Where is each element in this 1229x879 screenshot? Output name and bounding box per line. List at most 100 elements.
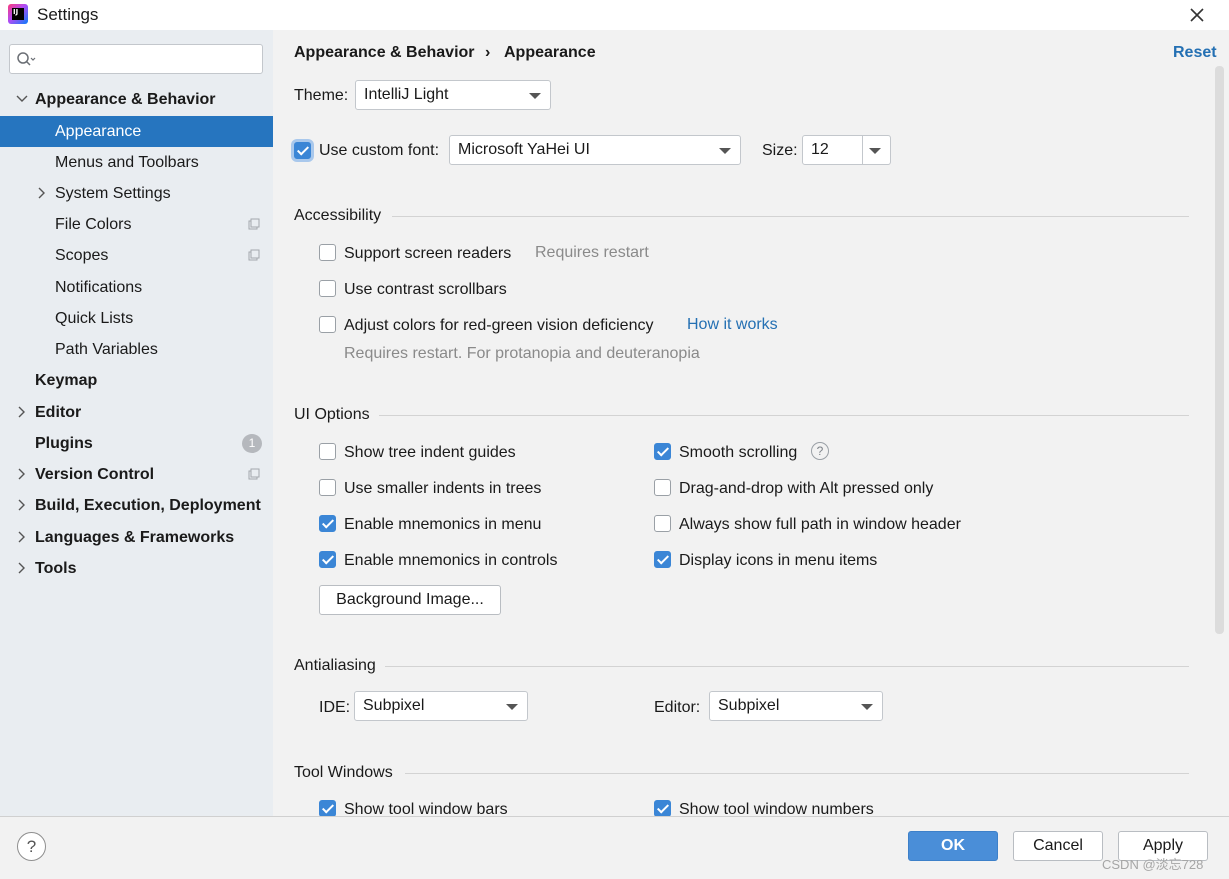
font-size-label: Size:: [762, 142, 798, 159]
sidebar-item-build-execution-deployment[interactable]: Build, Execution, Deployment: [0, 490, 273, 521]
mnemonics-controls-checkbox[interactable]: [319, 551, 336, 568]
sidebar-item-languages-frameworks[interactable]: Languages & Frameworks: [0, 522, 273, 553]
window-title: Settings: [37, 5, 99, 24]
watermark-text: CSDN @淡忘728: [1102, 857, 1204, 872]
contrast-scrollbars-label: Use contrast scrollbars: [344, 281, 507, 298]
editor-antialiasing-label: Editor:: [654, 699, 701, 716]
screen-readers-note: Requires restart: [535, 244, 649, 261]
font-size-combo[interactable]: 12: [802, 135, 891, 165]
help-button[interactable]: ?: [17, 832, 46, 861]
sidebar-item-appearance-behavior[interactable]: Appearance & Behavior: [0, 84, 273, 115]
red-green-note: Requires restart. For protanopia and deu…: [344, 345, 700, 362]
smooth-scrolling-checkbox[interactable]: [654, 443, 671, 460]
section-divider: [405, 773, 1189, 774]
screen-readers-label: Support screen readers: [344, 245, 512, 262]
screen-readers-checkbox[interactable]: [319, 244, 336, 261]
sidebar-item-system-settings[interactable]: System Settings: [0, 178, 273, 209]
custom-font-checkbox[interactable]: [294, 142, 311, 159]
sidebar-item-keymap[interactable]: Keymap: [0, 365, 273, 396]
chevron-right-icon: [18, 531, 25, 543]
plugins-update-badge: 1: [242, 434, 262, 453]
background-image-button[interactable]: Background Image...: [319, 585, 501, 615]
reset-link[interactable]: Reset: [1173, 44, 1217, 62]
settings-sidebar: Appearance & Behavior Appearance Menus a…: [0, 30, 273, 816]
project-settings-icon: [248, 218, 260, 230]
chevron-down-icon: [16, 95, 28, 102]
font-select[interactable]: Microsoft YaHei UI: [449, 135, 741, 165]
chevron-right-icon: [38, 187, 45, 199]
ui-options-section-title: UI Options: [294, 406, 370, 423]
full-path-header-checkbox[interactable]: [654, 515, 671, 532]
dropdown-arrow-icon: [869, 148, 881, 154]
chevron-right-icon: [18, 406, 25, 418]
sidebar-item-notifications[interactable]: Notifications: [0, 272, 273, 303]
section-divider: [379, 415, 1189, 416]
sidebar-item-file-colors[interactable]: File Colors: [0, 209, 273, 240]
ide-antialiasing-label: IDE:: [319, 699, 351, 716]
section-divider: [385, 666, 1189, 667]
theme-select[interactable]: IntelliJ Light: [355, 80, 551, 110]
smooth-scrolling-label: Smooth scrolling: [679, 444, 798, 461]
tool-window-numbers-label: Show tool window numbers: [679, 801, 874, 816]
cancel-button[interactable]: Cancel: [1013, 831, 1103, 861]
red-green-label: Adjust colors for red-green vision defic…: [344, 317, 654, 334]
how-it-works-link[interactable]: How it works: [687, 316, 778, 334]
mnemonics-menu-label: Enable mnemonics in menu: [344, 516, 542, 533]
theme-label: Theme:: [294, 87, 349, 104]
contrast-scrollbars-checkbox[interactable]: [319, 280, 336, 297]
ide-antialiasing-select[interactable]: Subpixel: [354, 691, 528, 721]
sidebar-item-menus-toolbars[interactable]: Menus and Toolbars: [0, 147, 273, 178]
menu-icons-label: Display icons in menu items: [679, 552, 878, 569]
tool-window-numbers-checkbox[interactable]: [654, 800, 671, 816]
smaller-indents-label: Use smaller indents in trees: [344, 480, 542, 497]
search-input[interactable]: [9, 44, 263, 74]
mnemonics-controls-label: Enable mnemonics in controls: [344, 552, 558, 569]
title-bar: IJ Settings: [0, 0, 1229, 30]
sidebar-item-path-variables[interactable]: Path Variables: [0, 334, 273, 365]
search-icon: [17, 52, 36, 66]
project-settings-icon: [248, 468, 260, 480]
sidebar-item-version-control[interactable]: Version Control: [0, 459, 273, 490]
antialiasing-section-title: Antialiasing: [294, 657, 376, 674]
project-settings-icon: [248, 249, 260, 261]
tool-window-bars-label: Show tool window bars: [344, 801, 508, 816]
ok-button[interactable]: OK: [908, 831, 998, 861]
intellij-app-icon: IJ: [8, 4, 28, 24]
breadcrumb-current: Appearance: [504, 44, 596, 61]
section-divider: [392, 216, 1189, 217]
settings-content: Appearance & Behavior › Appearance Reset…: [273, 30, 1229, 816]
mnemonics-menu-checkbox[interactable]: [319, 515, 336, 532]
vertical-scrollbar[interactable]: [1215, 66, 1224, 634]
dropdown-arrow-icon: [506, 704, 518, 710]
breadcrumb-separator: ›: [485, 44, 491, 61]
sidebar-item-scopes[interactable]: Scopes: [0, 240, 273, 271]
smaller-indents-checkbox[interactable]: [319, 479, 336, 496]
editor-antialiasing-select[interactable]: Subpixel: [709, 691, 883, 721]
tool-window-bars-checkbox[interactable]: [319, 800, 336, 816]
drag-drop-alt-label: Drag-and-drop with Alt pressed only: [679, 480, 934, 497]
dropdown-arrow-icon: [861, 704, 873, 710]
full-path-header-label: Always show full path in window header: [679, 516, 961, 533]
sidebar-item-plugins[interactable]: Plugins 1: [0, 428, 273, 459]
tree-indent-guides-checkbox[interactable]: [319, 443, 336, 460]
dialog-footer: ? OK Cancel Apply CSDN @淡忘728: [0, 816, 1229, 879]
dropdown-arrow-icon: [529, 93, 541, 99]
custom-font-label: Use custom font:: [319, 142, 440, 159]
drag-drop-alt-checkbox[interactable]: [654, 479, 671, 496]
chevron-right-icon: [18, 499, 25, 511]
tool-windows-section-title: Tool Windows: [294, 764, 393, 781]
tree-indent-guides-label: Show tree indent guides: [344, 444, 516, 461]
accessibility-section-title: Accessibility: [294, 207, 382, 224]
chevron-right-icon: [18, 468, 25, 480]
sidebar-item-appearance[interactable]: Appearance: [0, 116, 273, 147]
close-icon[interactable]: [1184, 2, 1210, 28]
sidebar-item-quick-lists[interactable]: Quick Lists: [0, 303, 273, 334]
breadcrumb-parent: Appearance & Behavior: [294, 44, 475, 61]
help-icon[interactable]: ?: [811, 442, 829, 460]
red-green-checkbox[interactable]: [319, 316, 336, 333]
menu-icons-checkbox[interactable]: [654, 551, 671, 568]
chevron-right-icon: [18, 562, 25, 574]
dropdown-arrow-icon: [719, 148, 731, 154]
sidebar-item-editor[interactable]: Editor: [0, 397, 273, 428]
sidebar-item-tools[interactable]: Tools: [0, 553, 273, 584]
